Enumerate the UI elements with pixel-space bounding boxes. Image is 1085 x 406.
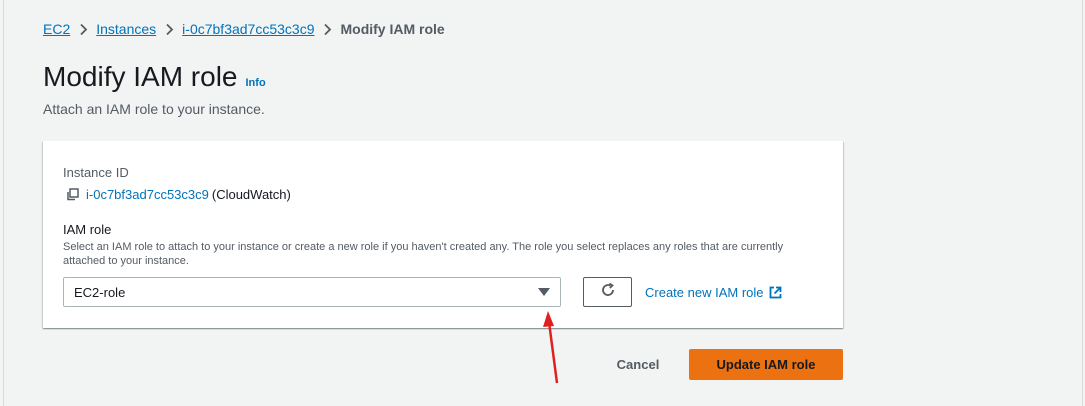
chevron-right-icon [156,23,182,36]
iam-role-select-value: EC2-role [74,284,126,300]
instance-id-link[interactable]: i-0c7bf3ad7cc53c3c9 [86,187,209,202]
iam-role-select[interactable]: EC2-role [63,277,561,307]
breadcrumb-current: Modify IAM role [340,21,445,37]
instance-name: (CloudWatch) [211,187,291,202]
caret-down-icon [538,288,550,296]
page-title: Modify IAM role [43,61,238,92]
copy-icon[interactable] [66,187,80,202]
refresh-icon [600,282,616,303]
modify-role-card: Instance ID i-0c7bf3ad7cc53c3c9 (CloudWa… [43,141,843,328]
page-left-border [3,0,4,406]
create-iam-role-label: Create new IAM role [645,285,764,300]
instance-id-value: i-0c7bf3ad7cc53c3c9 (CloudWatch) [66,187,291,202]
create-iam-role-link[interactable]: Create new IAM role [645,285,782,300]
info-link[interactable]: Info [246,77,266,89]
page-header: Modify IAM role Info [43,60,266,94]
chevron-right-icon [70,23,96,36]
breadcrumb-instance-id[interactable]: i-0c7bf3ad7cc53c3c9 [182,19,314,39]
external-link-icon [769,286,782,299]
cancel-button[interactable]: Cancel [602,349,674,380]
page-right-border [1082,0,1083,406]
breadcrumb-instances[interactable]: Instances [96,19,156,39]
chevron-right-icon [314,23,340,36]
update-iam-role-button[interactable]: Update IAM role [689,349,843,380]
iam-role-description: Select an IAM role to attach to your ins… [63,241,784,267]
refresh-button[interactable] [583,277,632,307]
iam-role-label: IAM role [63,222,112,237]
instance-id-label: Instance ID [63,165,129,180]
breadcrumb-ec2[interactable]: EC2 [43,19,70,39]
breadcrumb: EC2 Instances i-0c7bf3ad7cc53c3c9 Modify… [43,19,445,39]
page-description: Attach an IAM role to your instance. [43,101,265,117]
